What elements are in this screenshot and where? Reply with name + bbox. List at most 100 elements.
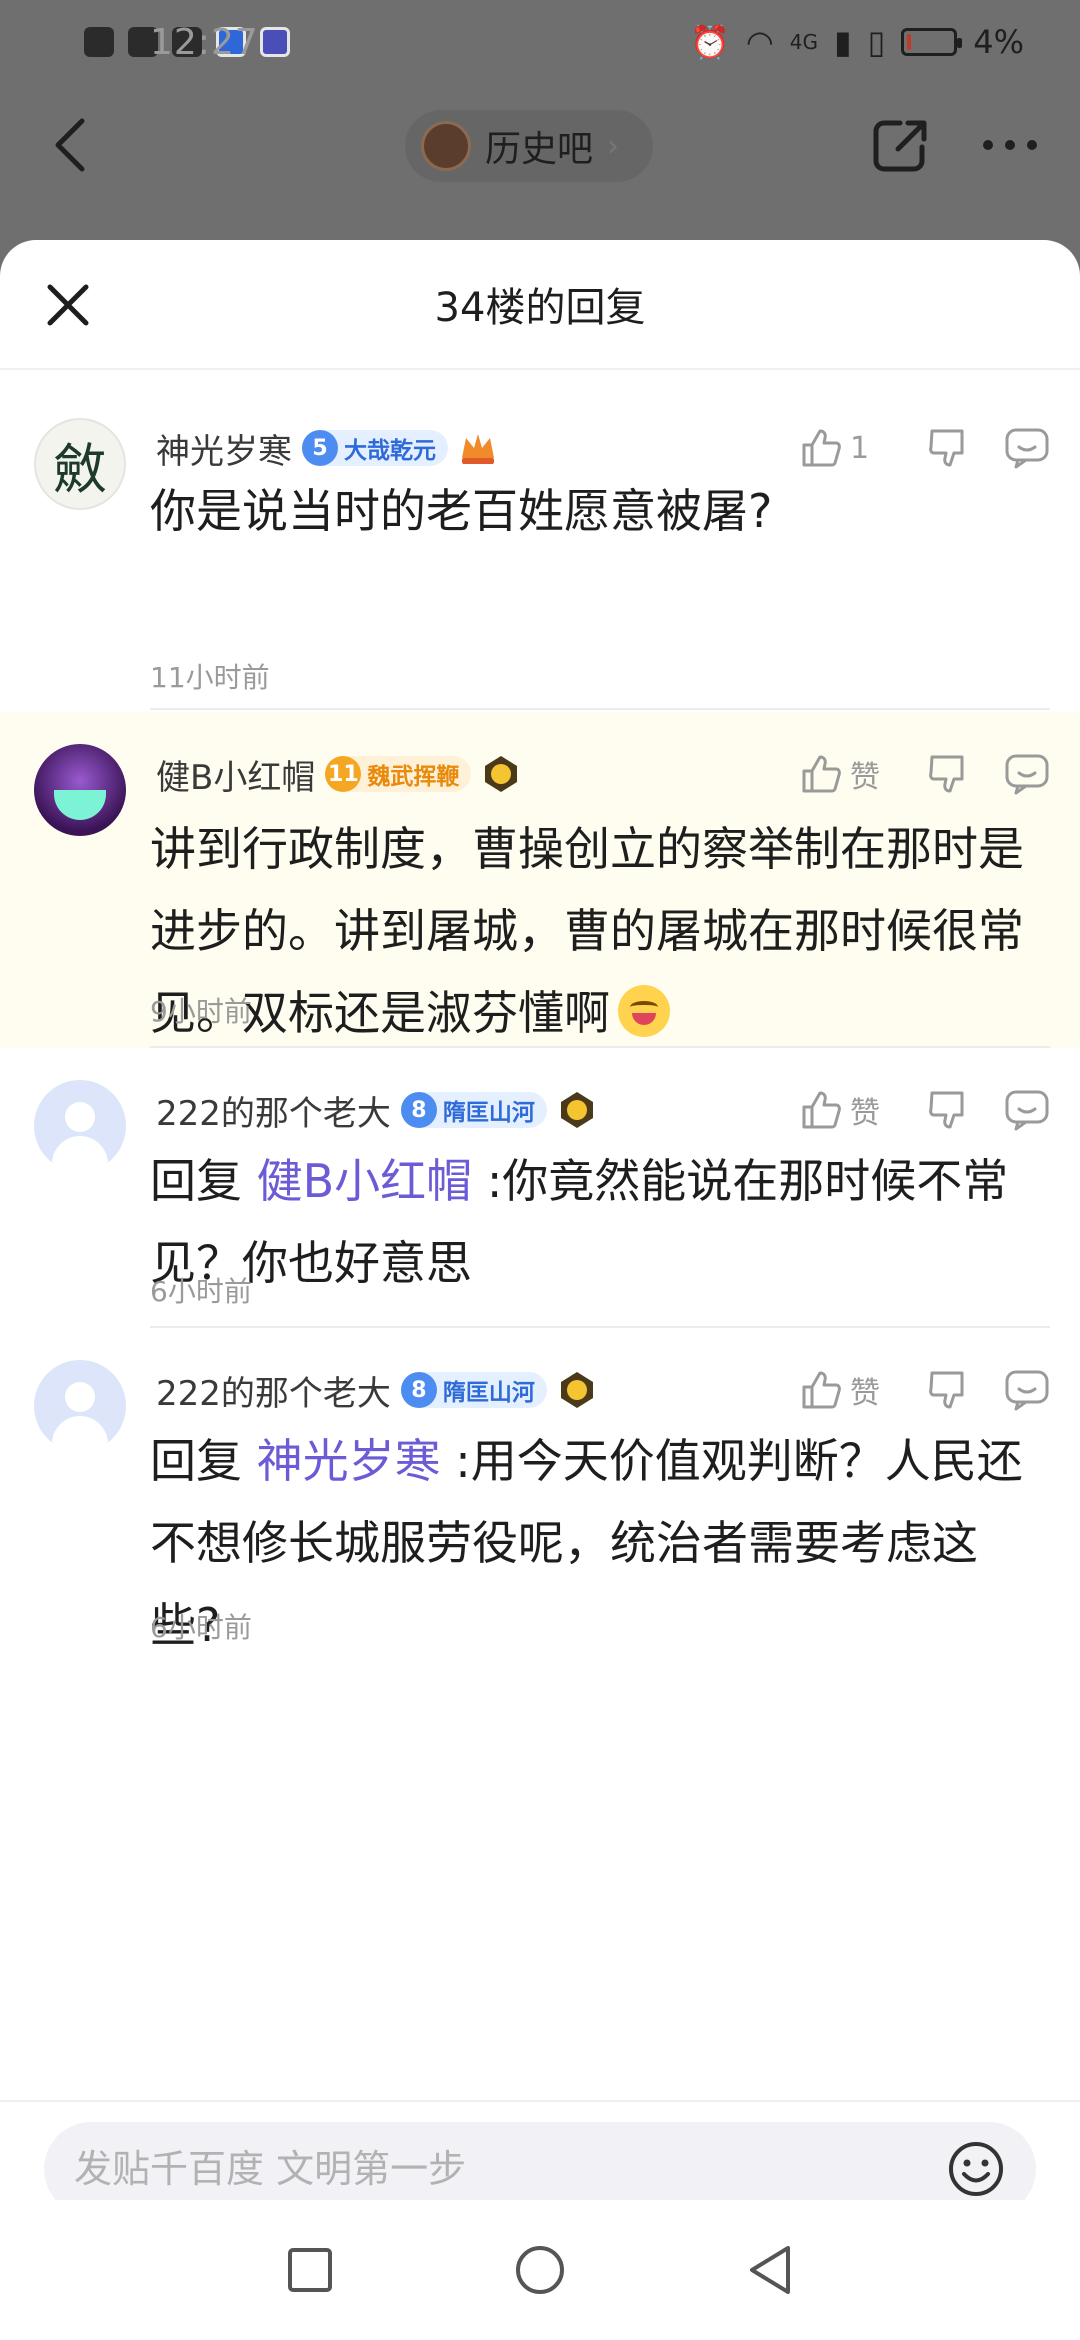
- username[interactable]: 222的那个老大: [156, 1366, 391, 1415]
- reply-actions: 赞: [800, 1360, 1050, 1420]
- reply-item: 斂 神光岁寒 5 大哉乾元 1 你是说当时的老百姓愿意被屠? 11小时前: [0, 370, 1080, 710]
- network-type: 4G: [789, 30, 819, 54]
- medal-icon: [560, 1092, 593, 1128]
- crown-medal-icon: [462, 434, 494, 464]
- thumbs-down-icon[interactable]: [926, 753, 968, 795]
- thumbs-down-icon[interactable]: [926, 1369, 968, 1411]
- medal-icon: [560, 1372, 593, 1408]
- level-title: 隋匡山河: [442, 1100, 535, 1126]
- level-number: 8: [400, 1092, 437, 1128]
- level-badge: 8 隋匡山河: [400, 1092, 547, 1128]
- level-badge: 8 隋匡山河: [400, 1372, 547, 1408]
- status-right: ⏰ ◠ 4G ▮ ▯ 4%: [690, 23, 1024, 61]
- close-button[interactable]: [40, 277, 96, 333]
- alarm-icon: ⏰: [690, 23, 730, 61]
- level-badge: 11 魏武挥鞭: [325, 756, 472, 792]
- reply-actions: 赞: [800, 744, 1050, 804]
- mention-link[interactable]: 健B小红帽: [257, 1154, 473, 1208]
- reply-content: 回复 健B小红帽 :你竟然能说在那时候不常见？你也好意思: [150, 1140, 1040, 1304]
- recents-icon[interactable]: [286, 2246, 334, 2294]
- name-line: 健B小红帽 11 魏武挥鞭: [156, 744, 521, 804]
- mention-link[interactable]: 神光岁寒: [257, 1434, 441, 1488]
- avatar[interactable]: [34, 1080, 126, 1172]
- more-icon[interactable]: [980, 135, 1040, 155]
- username[interactable]: 健B小红帽: [156, 750, 315, 799]
- like-label: 赞: [850, 760, 880, 795]
- reply-content: 你是说当时的老百姓愿意被屠?: [150, 484, 773, 538]
- reply-content: 讲到行政制度，曹操创立的察举制在那时是进步的。讲到屠城，曹的屠城在那时候很常见。…: [150, 808, 1040, 1054]
- level-number: 11: [325, 756, 362, 792]
- system-nav-bar: [0, 2200, 1080, 2340]
- sheet-header: 34楼的回复: [0, 240, 1080, 370]
- forum-link[interactable]: 历史吧 ›: [405, 110, 654, 182]
- grinning-emoji-icon: [618, 985, 670, 1037]
- like-button[interactable]: 赞: [800, 1088, 890, 1132]
- name-line: 222的那个老大 8 隋匡山河: [156, 1360, 597, 1420]
- avatar-glyph: 斂: [53, 437, 107, 501]
- level-number: 5: [302, 430, 338, 466]
- avatar[interactable]: [34, 744, 126, 836]
- name-line: 神光岁寒 5 大哉乾元: [156, 418, 498, 478]
- sheet-title: 34楼的回复: [434, 285, 646, 331]
- thumbs-down-icon[interactable]: [926, 427, 968, 469]
- thumbs-up-icon: [802, 1091, 841, 1129]
- like-button[interactable]: 赞: [800, 752, 890, 796]
- battery-icon: [901, 28, 963, 56]
- reply-content: 回复 神光岁寒 :用今天价值观判断？人民还不想修长城服劳役呢，统治者需要考虑这些…: [150, 1420, 1040, 1666]
- reply-actions: 1: [800, 418, 1050, 478]
- like-button[interactable]: 赞: [800, 1368, 890, 1412]
- tieba-notification-icon: [260, 27, 290, 57]
- home-icon[interactable]: [514, 2244, 566, 2296]
- comment-icon[interactable]: [1004, 1089, 1050, 1131]
- comment-icon[interactable]: [1004, 1369, 1050, 1411]
- avatar[interactable]: [34, 1360, 126, 1452]
- reply-time: 6小时前: [150, 1275, 252, 1308]
- reply-actions: 赞: [800, 1080, 1050, 1140]
- medal-icon: [485, 756, 518, 792]
- chevron-right-icon: ›: [607, 128, 620, 164]
- level-badge: 5 大哉乾元: [302, 430, 448, 466]
- level-title: 大哉乾元: [344, 438, 436, 464]
- tv-icon: [84, 27, 114, 57]
- forum-name: 历史吧: [485, 129, 594, 170]
- signal-2-icon: ▯: [867, 23, 886, 61]
- reply-time: 6小时前: [150, 1611, 252, 1644]
- like-label: 赞: [850, 1096, 880, 1131]
- comment-icon[interactable]: [1004, 753, 1050, 795]
- reply-item-highlighted: 健B小红帽 11 魏武挥鞭 赞 讲到行政制度，曹操创立的察举制在那时是进步的。讲到…: [0, 712, 1080, 1048]
- thumbs-down-icon[interactable]: [926, 1089, 968, 1131]
- close-icon: [47, 284, 89, 326]
- wifi-icon: ◠: [745, 23, 774, 61]
- status-time: 12:27: [150, 21, 259, 63]
- emoji-icon[interactable]: [946, 2139, 1006, 2199]
- avatar[interactable]: 斂: [34, 418, 126, 510]
- back-arrow-icon: [55, 118, 85, 172]
- back-button[interactable]: [40, 115, 100, 175]
- forum-logo: [421, 121, 471, 171]
- username[interactable]: 222的那个老大: [156, 1086, 391, 1135]
- reply-time: 11小时前: [150, 661, 270, 694]
- thumbs-up-icon: [802, 429, 841, 467]
- reply-prefix: 回复: [150, 1434, 242, 1488]
- status-bar: 12:27 ⏰ ◠ 4G ▮ ▯ 4%: [0, 0, 1080, 84]
- divider: [150, 708, 1050, 710]
- top-nav: 历史吧 ›: [0, 90, 1080, 200]
- reply-input[interactable]: [74, 2147, 946, 2191]
- reply-text: 讲到行政制度，曹操创立的察举制在那时是进步的。讲到屠城，曹的屠城在那时候很常见。…: [150, 822, 1024, 1040]
- comment-icon[interactable]: [1004, 427, 1050, 469]
- share-icon[interactable]: [870, 115, 930, 175]
- level-title: 魏武挥鞭: [367, 764, 460, 790]
- level-number: 8: [400, 1372, 437, 1408]
- level-title: 隋匡山河: [442, 1380, 535, 1406]
- reply-item: 222的那个老大 8 隋匡山河 赞 回复 神光岁寒 :用今天价值观判断？人民还不想…: [0, 1328, 1080, 1668]
- thumbs-up-icon: [802, 755, 841, 793]
- back-nav-icon[interactable]: [746, 2244, 794, 2296]
- battery-percent: 4%: [973, 23, 1024, 61]
- username[interactable]: 神光岁寒: [156, 424, 292, 473]
- signal-icon: ▮: [834, 23, 852, 61]
- like-label: 赞: [850, 1376, 880, 1411]
- reply-item: 222的那个老大 8 隋匡山河 赞 回复 健B小红帽 :你竟然能说在那时候不常见？…: [0, 1048, 1080, 1328]
- like-count: 1: [850, 430, 870, 466]
- like-button[interactable]: 1: [800, 427, 890, 469]
- replies-sheet: 34楼的回复 斂 神光岁寒 5 大哉乾元 1 你是说当时的老百姓愿意被屠? 11小…: [0, 240, 1080, 2340]
